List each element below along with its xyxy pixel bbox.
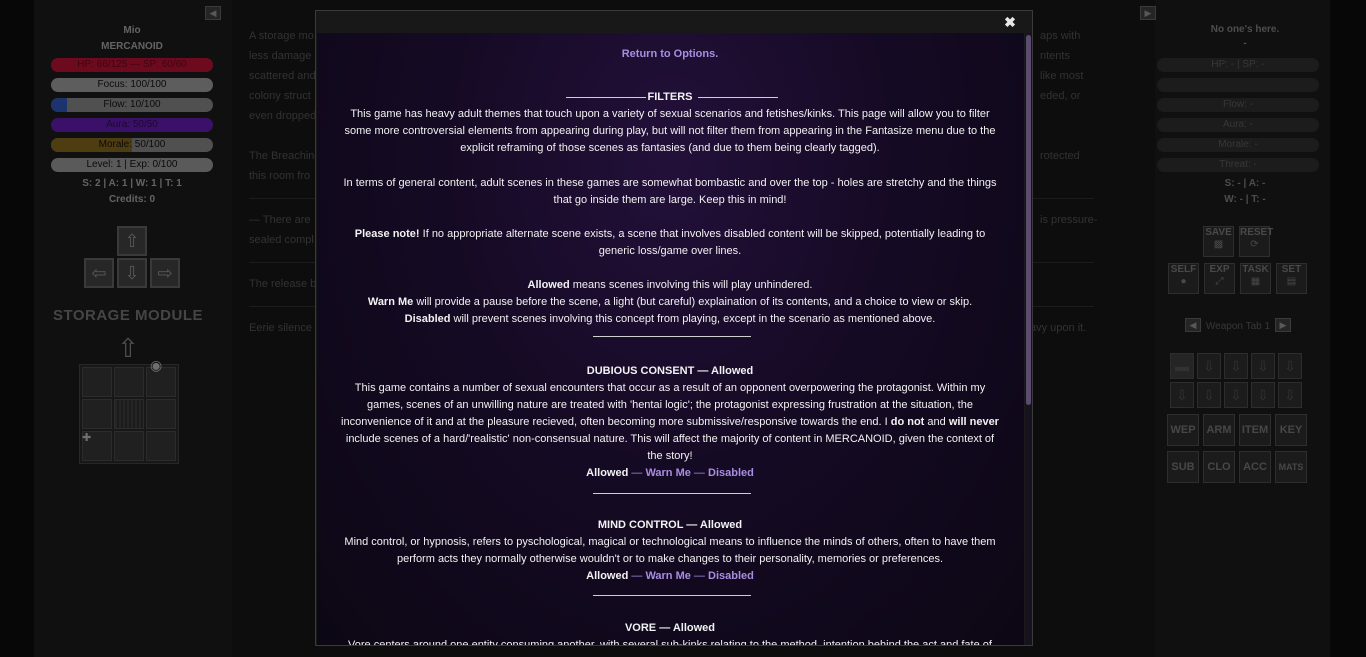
dubcon-warn-option[interactable]: Warn Me [645,467,690,479]
intro-text: explicit reframing of those scenes as fa… [460,142,880,154]
mind-allowed-option[interactable]: Allowed [586,570,628,582]
dubcon-allowed-option[interactable]: Allowed [586,467,628,479]
dubcon-text: the story! [647,450,693,462]
heading-rule [698,97,778,98]
section-rule [593,595,751,596]
intro-text: This game has heavy adult themes that to… [350,108,990,120]
mind-disabled-option[interactable]: Disabled [708,570,754,582]
note-label: Please note! [354,228,420,240]
warn-explainer: Warn Me will provide a pause before the … [325,294,1015,311]
game-window: ◀ Mio MERCANOID HP: 66/125 — SP: 60/60 F… [0,0,1366,657]
mind-control-options: Allowed — Warn Me — Disabled [325,568,1015,585]
option-separator: — [628,570,646,582]
scroll-thumb[interactable] [1026,35,1031,405]
disabled-explainer: Disabled will prevent scenes involving t… [325,311,1015,328]
intro-text: some more controversial elements from ap… [344,125,996,137]
dialog-header: ✖ [316,11,1032,33]
close-icon[interactable]: ✖ [1002,13,1018,31]
dubcon-options: Allowed — Warn Me — Disabled [325,465,1015,482]
filters-dialog: ✖ Return to Options. FILTERS This game h… [315,10,1033,646]
note-body: If no appropriate alternate scene exists… [419,228,986,240]
mind-warn-option[interactable]: Warn Me [645,570,690,582]
mind-control-text: Mind control, or hypnosis, refers to pys… [344,536,996,548]
section-rule [593,336,751,337]
filters-heading: FILTERS [647,91,693,103]
return-link[interactable]: Return to Options. [325,46,1015,63]
option-separator: — [628,467,646,479]
vore-text: Vore centers around one entity consuming… [348,639,992,645]
note-text: Please note! If no appropriate alternate… [325,226,1015,243]
vore-heading: VORE — Allowed [624,622,716,634]
general-text: In terms of general content, adult scene… [343,177,997,189]
allowed-body: means scenes involving this will play un… [569,279,813,291]
do-not-emphasis: do not [890,416,925,428]
disabled-body: will prevent scenes involving this conce… [450,313,936,325]
section-rule [593,493,751,494]
dubcon-heading: DUBIOUS CONSENT — Allowed [586,365,754,377]
dubcon-text-and: and [924,416,949,428]
warn-label: Warn Me [367,296,414,308]
option-separator: — [690,570,708,582]
dubcon-text-part: inconvenience of it and at the pleasure … [341,416,888,428]
dubcon-text: inconvenience of it and at the pleasure … [325,414,1015,431]
option-separator: — [690,467,708,479]
dubcon-disabled-option[interactable]: Disabled [708,467,754,479]
dialog-scrollbar[interactable] [1025,33,1032,645]
warn-body: will provide a pause before the scene, a… [413,296,973,308]
mind-control-text: perform acts they normally otherwise wou… [396,553,944,565]
allowed-label: Allowed [527,279,570,291]
dubcon-text: games, scenes of an unwilling nature are… [367,399,973,411]
disabled-label: Disabled [404,313,451,325]
mind-control-heading: MIND CONTROL — Allowed [597,519,743,531]
dubcon-text: This game contains a number of sexual en… [354,382,986,394]
dialog-content: Return to Options. FILTERS This game has… [317,33,1024,645]
dubcon-text: include scenes of a hard/'realistic' non… [345,433,995,445]
will-never-emphasis: will never [948,416,999,428]
note-text: generic loss/game over lines. [598,245,742,257]
general-text: that go inside them are large. Keep this… [553,194,787,206]
allowed-explainer: Allowed means scenes involving this will… [325,277,1015,294]
